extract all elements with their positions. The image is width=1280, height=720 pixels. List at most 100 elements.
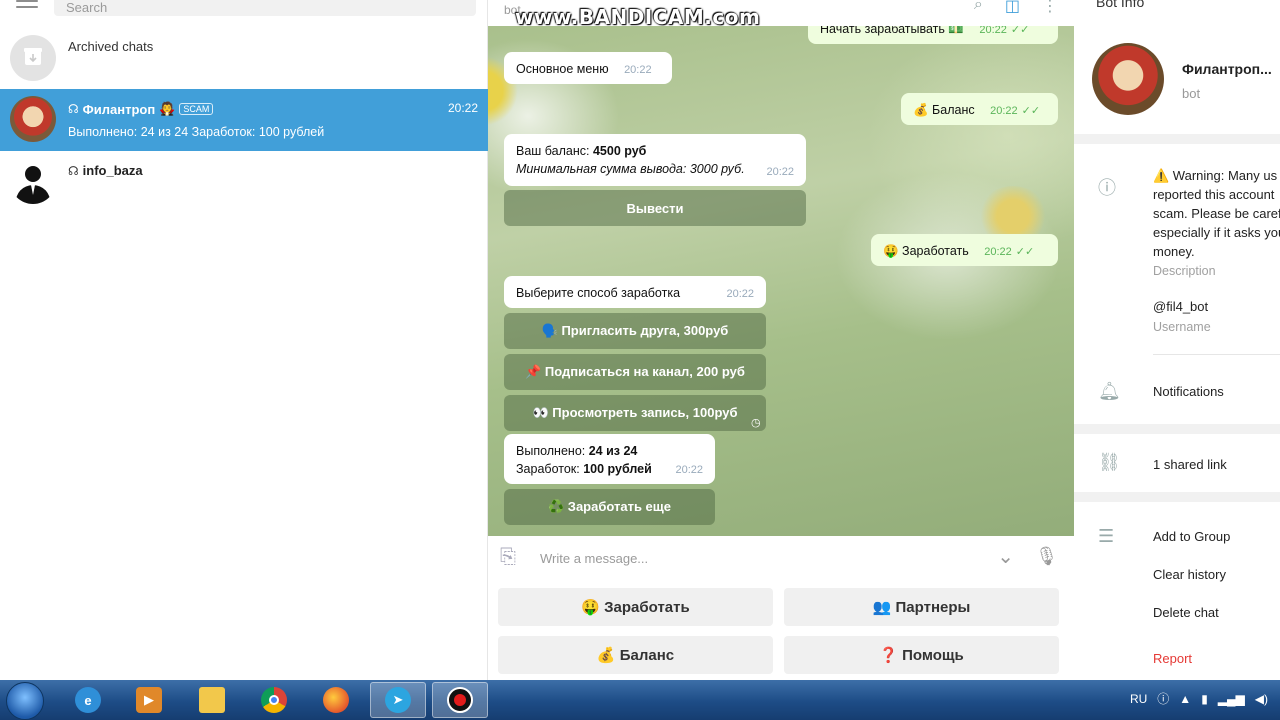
message-text: Минимальная сумма вывода: 3000 руб.	[516, 162, 745, 176]
message-bubble: Выполнено: 24 из 24 Заработок: 100 рубле…	[504, 434, 715, 484]
chevron-up-icon[interactable]: ▲	[1179, 692, 1191, 706]
network-icon[interactable]: ▮	[1201, 692, 1208, 706]
title-emoji: 🧛	[159, 101, 176, 116]
done-value: 24 из 24	[588, 444, 638, 458]
inline-button-withdraw[interactable]: Вывести	[504, 190, 806, 226]
read-check-icon: ✓✓	[1021, 105, 1041, 117]
message-bubble: Основное меню 20:22	[504, 52, 672, 84]
username-value[interactable]: @fil4_bot	[1153, 299, 1208, 314]
report-button[interactable]: Report	[1153, 651, 1192, 666]
notifications-toggle[interactable]: Notifications	[1153, 384, 1224, 399]
chat-item-filantrop[interactable]: ☊ Филантроп 🧛 SCAM Выполнено: 24 из 24 З…	[0, 89, 488, 151]
info-icon: ⓘ	[1098, 178, 1116, 198]
ie-icon: e	[75, 687, 101, 713]
message-text: Начать зарабатывать 💵	[820, 26, 964, 36]
message-text: Заработок:	[516, 462, 584, 476]
scam-badge: SCAM	[179, 103, 214, 115]
description-label: Description	[1153, 264, 1216, 278]
message-time: 20:22	[624, 64, 652, 76]
message-bubble: Ваш баланс: 4500 руб Минимальная сумма в…	[504, 134, 806, 186]
avatar[interactable]	[1092, 43, 1164, 115]
search-input[interactable]: Search	[54, 0, 476, 16]
volume-icon[interactable]: ◀)	[1255, 692, 1268, 706]
clock-icon: ◷	[751, 417, 761, 429]
media-player-icon: ▶	[136, 687, 162, 713]
message-text: Выберите способ заработка	[516, 286, 681, 300]
read-check-icon: ✓✓	[1010, 26, 1030, 36]
record-icon	[447, 687, 473, 713]
inline-button-invite-friend[interactable]: 🗣️ Пригласить друга, 300руб	[504, 313, 766, 349]
message-bubble: Начать зарабатывать 💵 20:22 ✓✓	[808, 26, 1058, 44]
language-indicator[interactable]: RU	[1130, 692, 1147, 706]
chat-title: Archived chats	[68, 39, 154, 54]
message-time: 20:22	[675, 464, 703, 476]
taskbar: e ▶ ➤ RU ⓘ ▲ ▮ ▂▄▆ ◀)	[0, 680, 1280, 720]
chat-panel: bot ⌕ ◫ ⋮ www.BANDICAM.com Начать зараба…	[488, 0, 1074, 680]
username-label: Username	[1153, 320, 1211, 334]
delete-chat-button[interactable]: Delete chat	[1153, 605, 1219, 620]
message-bubble: Выберите способ заработка 20:22	[504, 276, 766, 308]
chevron-down-icon[interactable]: ⌄	[997, 544, 1014, 569]
sidebar-toggle-icon[interactable]: ◫	[1005, 0, 1020, 16]
taskbar-chrome[interactable]	[246, 682, 302, 718]
message-time: 20:22	[990, 105, 1018, 117]
message-list[interactable]: Начать зарабатывать 💵 20:22 ✓✓ Основное м…	[488, 26, 1074, 536]
earned-value: 100 рублей	[583, 462, 652, 476]
reply-button-partners[interactable]: 👥 Партнеры	[784, 588, 1059, 626]
inline-button-view-post[interactable]: 👀 Просмотреть запись, 100руб	[504, 395, 766, 431]
menu-icon[interactable]	[16, 0, 38, 8]
help-icon[interactable]: ⓘ	[1157, 690, 1169, 707]
reply-button-earn[interactable]: 🤑 Заработать	[498, 588, 773, 626]
read-check-icon: ✓✓	[1015, 246, 1035, 258]
chat-item-info-baza[interactable]: ☊ info_baza	[0, 151, 488, 213]
add-to-group-button[interactable]: Add to Group	[1153, 529, 1230, 544]
shared-links-label[interactable]: 1 shared link	[1153, 457, 1227, 472]
attach-icon[interactable]: ⎘	[500, 546, 516, 569]
folder-icon	[199, 687, 225, 713]
signal-icon[interactable]: ▂▄▆	[1218, 692, 1245, 706]
clear-history-button[interactable]: Clear history	[1153, 567, 1226, 582]
taskbar-recorder[interactable]	[432, 682, 488, 718]
panel-title: Bot Info	[1096, 0, 1145, 10]
link-icon: ⛓	[1098, 452, 1121, 472]
microphone-icon[interactable]: 🎙	[1035, 546, 1058, 567]
avatar	[10, 96, 56, 142]
chat-list-panel: Search Archived chats ☊ Филантроп 🧛 SCAM…	[0, 0, 488, 680]
message-time: 20:22	[979, 26, 1007, 36]
profile-type: bot	[1182, 86, 1201, 101]
taskbar-explorer[interactable]	[184, 682, 240, 718]
message-text: 🤑 Заработать	[883, 244, 969, 258]
search-icon[interactable]: ⌕	[974, 0, 983, 16]
shared-links-card[interactable]: ⛓ 1 shared link	[1074, 434, 1280, 492]
archive-icon	[10, 35, 56, 81]
taskbar-media[interactable]: ▶	[121, 682, 177, 718]
bot-icon: ☊	[68, 163, 79, 178]
message-text: Выполнено:	[516, 444, 589, 458]
message-input[interactable]: Write a message...	[540, 551, 648, 566]
message-bubble: 💰 Баланс 20:22 ✓✓	[901, 93, 1058, 125]
inline-button-subscribe-channel[interactable]: 📌 Подписаться на канал, 200 руб	[504, 354, 766, 390]
archived-chats-row[interactable]: Archived chats	[0, 28, 488, 90]
bot-icon: ☊	[68, 102, 79, 116]
message-text: Основное меню	[516, 62, 609, 76]
chat-header: bot ⌕ ◫ ⋮ www.BANDICAM.com	[488, 0, 1074, 29]
message-composer: ⎘ Write a message... ⌄ 🎙	[488, 536, 1074, 582]
taskbar-ie[interactable]: e	[60, 682, 116, 718]
start-button[interactable]	[6, 682, 44, 720]
bell-icon: 🔔︎	[1098, 381, 1121, 401]
balance-value: 4500 руб	[592, 144, 647, 158]
reply-keyboard: 🤑 Заработать 👥 Партнеры 💰 Баланс ❓ Помощ…	[488, 582, 1074, 680]
telegram-icon: ➤	[385, 687, 411, 713]
chrome-icon	[261, 687, 287, 713]
list-icon: ☰	[1098, 526, 1115, 546]
more-icon[interactable]: ⋮	[1042, 0, 1058, 16]
reply-button-help[interactable]: ❓ Помощь	[784, 636, 1059, 674]
reply-button-balance[interactable]: 💰 Баланс	[498, 636, 773, 674]
message-time: 20:22	[984, 246, 1012, 258]
taskbar-telegram[interactable]: ➤	[370, 682, 426, 718]
inline-button-earn-more[interactable]: ♻️ Заработать еще	[504, 489, 715, 525]
message-text: 💰 Баланс	[913, 103, 975, 117]
chat-preview: Выполнено: 24 из 24 Заработок: 100 рубле…	[68, 125, 325, 139]
taskbar-firefox[interactable]	[308, 682, 364, 718]
divider	[1153, 354, 1280, 355]
